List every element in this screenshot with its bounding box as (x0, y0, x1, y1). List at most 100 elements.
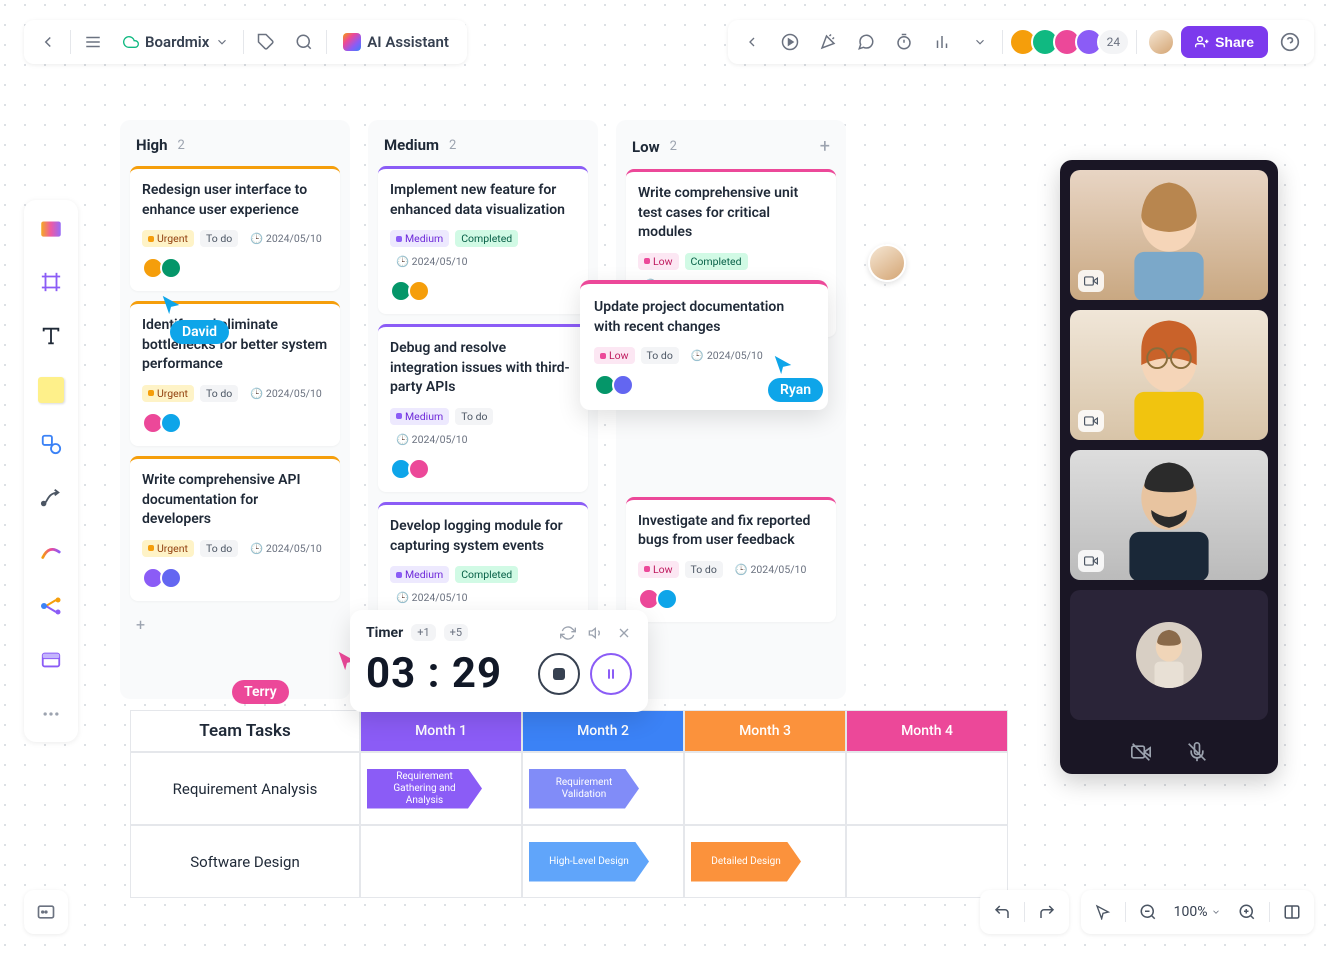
timer-plus-5[interactable]: +5 (444, 624, 468, 641)
shape-tool[interactable] (33, 426, 69, 462)
pen-tool[interactable] (33, 534, 69, 570)
card-assignees (638, 588, 824, 610)
video-tile-4[interactable] (1070, 590, 1268, 720)
table-tool[interactable] (33, 642, 69, 678)
gantt-cell[interactable] (360, 825, 522, 898)
add-card-button[interactable]: + (130, 611, 340, 638)
tag-button[interactable] (250, 26, 282, 58)
timer-pause-button[interactable] (590, 653, 632, 695)
zoom-level[interactable]: 100% (1170, 904, 1225, 920)
gantt-bar[interactable]: Requirement Gathering and Analysis (367, 769, 482, 809)
redo-button[interactable] (1033, 898, 1061, 926)
add-card-button[interactable]: + (626, 632, 836, 659)
card-title: Redesign user interface to enhance user … (142, 181, 328, 220)
kanban-card[interactable]: Identify and eliminate bottlenecks for b… (130, 301, 340, 446)
gantt-cell[interactable]: Requirement Validation (522, 752, 684, 825)
mindmap-tool[interactable] (33, 588, 69, 624)
gantt-chart[interactable]: Team TasksMonth 1Month 2Month 3Month 4 R… (130, 710, 1010, 898)
card-title: Debug and resolve integration issues wit… (390, 339, 576, 398)
cloud-sync-icon (123, 34, 139, 50)
presence-avatars[interactable]: 24 (1009, 28, 1131, 56)
timer-button[interactable] (888, 26, 920, 58)
connector-tool[interactable] (33, 480, 69, 516)
pointer-tool[interactable] (1089, 898, 1117, 926)
video-tile-2[interactable] (1070, 310, 1268, 440)
card-title: Update project documentation with recent… (594, 298, 814, 337)
gantt-bar[interactable]: High-Level Design (529, 842, 649, 882)
gantt-cell[interactable]: Requirement Gathering and Analysis (360, 752, 522, 825)
kanban-card[interactable]: Write comprehensive API documentation fo… (130, 456, 340, 601)
gantt-cell[interactable]: Detailed Design (684, 825, 846, 898)
camera-icon (1078, 550, 1104, 572)
frame-tool[interactable] (33, 264, 69, 300)
card-title: Write comprehensive unit test cases for … (638, 184, 824, 243)
sticky-note-icon (38, 377, 64, 403)
prev-button[interactable] (736, 26, 768, 58)
card-title: Implement new feature for enhanced data … (390, 181, 576, 220)
add-column-button[interactable]: + (820, 136, 830, 157)
templates-tool[interactable] (33, 210, 69, 246)
timer-panel[interactable]: Timer +1 +5 03 : 29 (350, 610, 648, 712)
top-left-toolbar: Boardmix AI Assistant (24, 20, 467, 64)
kanban-card[interactable]: Debug and resolve integration issues wit… (378, 324, 588, 492)
more-apps-button[interactable] (964, 26, 996, 58)
gantt-cell[interactable] (684, 752, 846, 825)
timer-plus-1[interactable]: +1 (411, 624, 435, 641)
gantt-bar[interactable]: Requirement Validation (529, 769, 639, 809)
ai-assistant-button[interactable]: AI Assistant (333, 26, 459, 58)
kanban-card[interactable]: Investigate and fix reported bugs from u… (626, 497, 836, 622)
share-button[interactable]: Share (1181, 26, 1268, 58)
kanban-column[interactable]: High 2 Redesign user interface to enhanc… (120, 120, 350, 699)
timer-refresh-button[interactable] (560, 625, 576, 641)
gantt-month-header: Month 1 (360, 710, 522, 752)
video-tile-3[interactable] (1070, 450, 1268, 580)
more-tools[interactable] (33, 696, 69, 732)
feedback-button[interactable] (24, 890, 68, 934)
camera-off-button[interactable] (1131, 742, 1151, 762)
board-name-selector[interactable]: Boardmix (115, 33, 237, 51)
kanban-card[interactable]: Redesign user interface to enhance user … (130, 166, 340, 291)
zoom-in-button[interactable] (1233, 898, 1261, 926)
kanban-card[interactable]: Implement new feature for enhanced data … (378, 166, 588, 314)
minimap-button[interactable] (1278, 898, 1306, 926)
text-tool[interactable] (33, 318, 69, 354)
cursor-terry: Terry (232, 680, 289, 704)
card-title: Identify and eliminate bottlenecks for b… (142, 316, 328, 375)
timer-sound-button[interactable] (588, 625, 604, 641)
zoom-out-button[interactable] (1134, 898, 1162, 926)
sticky-note-tool[interactable] (33, 372, 69, 408)
gantt-month-header: Month 2 (522, 710, 684, 752)
card-tags: Medium Completed 🕒 2024/05/10 (390, 230, 576, 270)
timer-stop-button[interactable] (538, 653, 580, 695)
mic-off-button[interactable] (1187, 742, 1207, 762)
gantt-bar[interactable]: Detailed Design (691, 842, 801, 882)
menu-button[interactable] (77, 26, 109, 58)
chart-button[interactable] (926, 26, 958, 58)
video-call-panel[interactable] (1060, 160, 1278, 774)
ai-logo-icon (343, 33, 361, 51)
gantt-cell[interactable] (846, 825, 1008, 898)
column-count: 2 (178, 138, 185, 153)
confetti-button[interactable] (812, 26, 844, 58)
top-right-toolbar: 24 Share (728, 20, 1314, 64)
comment-button[interactable] (850, 26, 882, 58)
gantt-cell[interactable] (846, 752, 1008, 825)
column-count: 2 (449, 138, 456, 153)
camera-icon (1078, 270, 1104, 292)
undo-button[interactable] (988, 898, 1016, 926)
cursor-ryan: Ryan (768, 378, 823, 402)
current-user-avatar[interactable] (1147, 28, 1175, 56)
timer-close-button[interactable] (616, 625, 632, 641)
search-button[interactable] (288, 26, 320, 58)
gantt-cell[interactable]: High-Level Design (522, 825, 684, 898)
play-button[interactable] (774, 26, 806, 58)
card-tags: Urgent To do 🕒 2024/05/10 (142, 540, 328, 557)
avatar-circle (1136, 622, 1202, 688)
card-assignees (142, 412, 328, 434)
video-tile-1[interactable] (1070, 170, 1268, 300)
card-tags: Urgent To do 🕒 2024/05/10 (142, 385, 328, 402)
help-button[interactable] (1274, 26, 1306, 58)
cursor-david: David (170, 320, 229, 344)
collaborator-avatar[interactable] (868, 244, 906, 282)
back-button[interactable] (32, 26, 64, 58)
